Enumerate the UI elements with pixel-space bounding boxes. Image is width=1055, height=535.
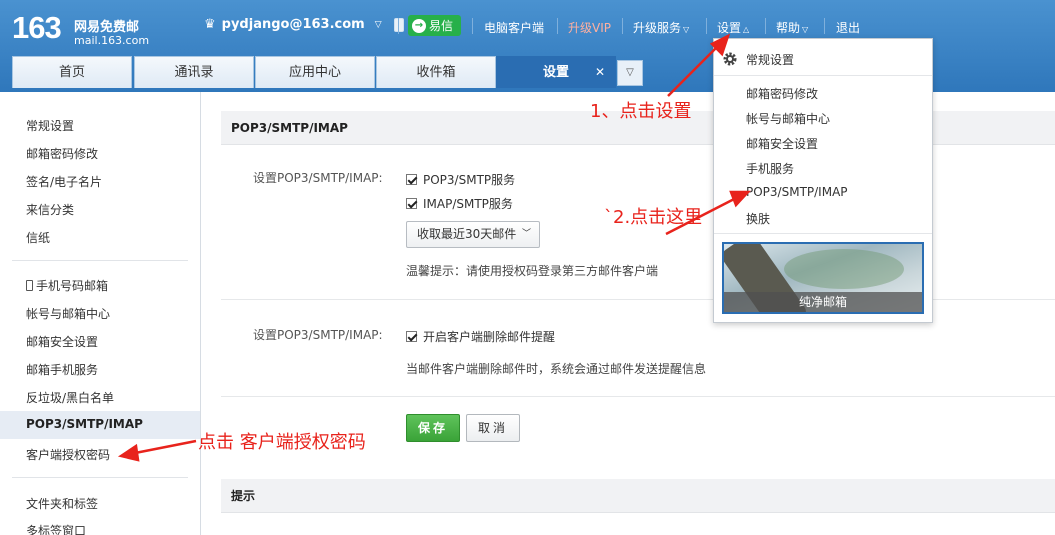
divider: [714, 233, 932, 234]
desktop-client-link[interactable]: 电脑客户端: [484, 19, 544, 36]
sidebar-item-pop3[interactable]: POP3/SMTP/IMAP: [26, 417, 143, 431]
tab-settings[interactable]: 设置 ✕: [496, 56, 616, 88]
sidebar-item-folders-labels[interactable]: 文件夹和标签: [26, 495, 98, 512]
delete-notify-checkbox[interactable]: 开启客户端删除邮件提醒: [406, 328, 555, 345]
logout-link[interactable]: 退出: [836, 19, 860, 36]
divider: [706, 18, 707, 34]
sidebar-item-antispam[interactable]: 反垃圾/黑白名单: [26, 389, 114, 406]
dropdown-item-pop3[interactable]: POP3/SMTP/IMAP: [746, 185, 848, 199]
tab-more-button[interactable]: ▽: [617, 60, 643, 86]
annotation-step3: 点击 客户端授权密码: [198, 432, 366, 453]
auth-tip: 温馨提示：请使用授权码登录第三方邮件客户端: [406, 264, 659, 278]
imap-checkbox[interactable]: IMAP/SMTP服务: [406, 195, 513, 212]
sidebar-item-signature[interactable]: 签名/电子名片: [26, 173, 102, 190]
receive-range-select[interactable]: 收取最近30天邮件 ﹀: [406, 221, 540, 248]
annotation-step2: `2.点击这里: [604, 207, 703, 228]
divider: [714, 75, 932, 76]
skin-thumbnail[interactable]: 纯净邮箱: [722, 242, 924, 314]
tab-contacts[interactable]: 通讯录: [134, 56, 254, 88]
chevron-down-icon: ▽: [802, 25, 809, 34]
checkbox-checked-icon[interactable]: [406, 174, 417, 185]
user-account[interactable]: ♛ pydjango@163.com ▽: [204, 17, 404, 32]
chevron-down-icon: ▽: [626, 67, 634, 78]
sidebar-item-client-auth-password[interactable]: 客户端授权密码: [26, 446, 110, 463]
tab-home[interactable]: 首页: [12, 56, 132, 88]
skin-caption: 纯净邮箱: [724, 292, 922, 312]
divider: [557, 18, 558, 34]
cancel-button[interactable]: 取消: [466, 414, 520, 442]
user-email: pydjango@163.com: [221, 17, 365, 32]
logo-url: mail.163.com: [74, 34, 150, 47]
row1-label: 设置POP3/SMTP/IMAP:: [253, 171, 383, 185]
chevron-down-icon[interactable]: ▽: [375, 20, 382, 30]
dropdown-item-mobile-service[interactable]: 手机服务: [746, 160, 794, 177]
settings-link[interactable]: 设置 △: [717, 19, 749, 36]
sidebar-item-password[interactable]: 邮箱密码修改: [26, 145, 98, 162]
crown-icon: ♛: [204, 17, 216, 32]
logo-number[interactable]: 163: [12, 10, 62, 46]
help-link[interactable]: 帮助 ▽: [776, 19, 808, 36]
sidebar-item-stationery[interactable]: 信纸: [26, 229, 50, 246]
delete-notify-desc: 当邮件客户端删除邮件时，系统会通过邮件发送提醒信息: [406, 362, 707, 376]
annotation-step1: 1、点击设置: [590, 101, 692, 122]
divider: [12, 477, 188, 478]
save-button[interactable]: 保存: [406, 414, 460, 442]
pop3-checkbox[interactable]: POP3/SMTP服务: [406, 171, 515, 188]
sidebar-item-mail-filter[interactable]: 来信分类: [26, 201, 74, 218]
settings-dropdown: 常规设置 邮箱密码修改 帐号与邮箱中心 邮箱安全设置 手机服务 POP3/SMT…: [713, 38, 933, 323]
foliage-shape: [784, 249, 904, 289]
yixin-button[interactable]: → 易信: [408, 15, 461, 36]
checkbox-checked-icon[interactable]: [406, 331, 417, 342]
divider: [824, 18, 825, 34]
dropdown-item-general[interactable]: 常规设置: [746, 51, 794, 68]
gear-icon: [723, 52, 737, 66]
sidebar-item-multi-tab[interactable]: 多标签窗口: [26, 522, 86, 535]
sidebar-item-account-center[interactable]: 帐号与邮箱中心: [26, 305, 110, 322]
sidebar-item-general[interactable]: 常规设置: [26, 117, 74, 134]
mobile-icon: [26, 280, 33, 291]
yixin-icon: →: [412, 18, 426, 33]
divider: [472, 18, 473, 34]
dropdown-item-security[interactable]: 邮箱安全设置: [746, 135, 818, 152]
divider: [398, 18, 399, 34]
tips-section-title: 提示: [221, 479, 1055, 513]
logo-name: 网易免费邮: [74, 20, 140, 35]
divider: [12, 260, 188, 261]
dropdown-item-skin[interactable]: 换肤: [746, 210, 770, 227]
tab-app-center[interactable]: 应用中心: [255, 56, 375, 88]
dropdown-item-password[interactable]: 邮箱密码修改: [746, 85, 818, 102]
close-icon[interactable]: ✕: [595, 57, 605, 88]
sidebar-item-security[interactable]: 邮箱安全设置: [26, 333, 98, 350]
sidebar-item-mobile-mailbox[interactable]: 手机号码邮箱: [26, 277, 108, 294]
divider: [221, 396, 1055, 397]
upgrade-vip-link[interactable]: 升级VIP: [568, 19, 611, 36]
checkbox-checked-icon[interactable]: [406, 198, 417, 209]
row2-label: 设置POP3/SMTP/IMAP:: [253, 328, 383, 342]
chevron-down-icon: ﹀: [521, 229, 531, 239]
upgrade-service-link[interactable]: 升级服务 ▽: [633, 19, 689, 36]
tab-inbox[interactable]: 收件箱: [376, 56, 496, 88]
divider: [622, 18, 623, 34]
settings-sidebar: 常规设置 邮箱密码修改 签名/电子名片 来信分类 信纸 手机号码邮箱 帐号与邮箱…: [0, 92, 201, 535]
sidebar-item-mobile-service[interactable]: 邮箱手机服务: [26, 361, 98, 378]
chevron-down-icon: ▽: [683, 25, 690, 34]
divider: [765, 18, 766, 34]
chevron-up-icon: △: [743, 25, 750, 34]
dropdown-item-account-center[interactable]: 帐号与邮箱中心: [746, 110, 830, 127]
